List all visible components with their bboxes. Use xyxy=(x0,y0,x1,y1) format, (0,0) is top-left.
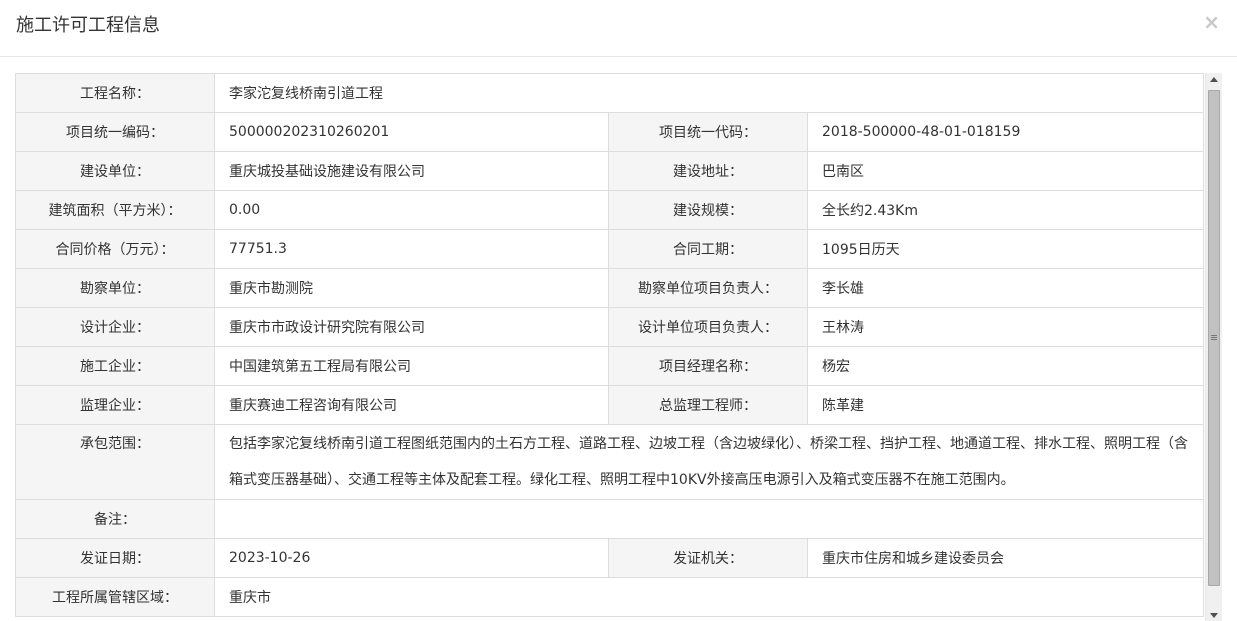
project-name-value: 李家沱复线桥南引道工程 xyxy=(213,73,1205,113)
project-code-label: 项目统一编码： xyxy=(15,112,215,152)
build-address-value: 巴南区 xyxy=(806,151,1205,191)
contract-period-value: 1095日历天 xyxy=(806,229,1205,269)
scrollbar-grip-icon xyxy=(1211,335,1217,336)
project-manager-value: 杨宏 xyxy=(806,346,1205,386)
contract-price-label: 合同价格（万元）： xyxy=(15,229,215,269)
build-address-label: 建设地址： xyxy=(608,151,808,191)
design-lead-value: 王林涛 xyxy=(806,307,1205,347)
table-row: 设计企业： 重庆市市政设计研究院有限公司 设计单位项目负责人： 王林涛 xyxy=(15,307,1205,347)
info-table: 工程名称： 李家沱复线桥南引道工程 项目统一编码： 50000020231026… xyxy=(15,73,1205,617)
build-scale-label: 建设规模： xyxy=(608,190,808,230)
scroll-down-arrow-icon[interactable] xyxy=(1210,613,1218,618)
table-row: 工程所属管辖区域： 重庆市 xyxy=(15,577,1205,617)
project-manager-label: 项目经理名称： xyxy=(608,346,808,386)
issuing-authority-label: 发证机关： xyxy=(608,538,808,578)
table-row: 项目统一编码： 500000202310260201 项目统一代码： 2018-… xyxy=(15,112,1205,152)
construction-company-label: 施工企业： xyxy=(15,346,215,386)
scroll-up-arrow-icon[interactable] xyxy=(1210,77,1218,82)
vertical-scrollbar[interactable] xyxy=(1205,73,1222,621)
floor-area-label: 建筑面积（平方米）： xyxy=(15,190,215,230)
contract-scope-value: 包括李家沱复线桥南引道工程图纸范围内的土石方工程、道路工程、边坡工程（含边坡绿化… xyxy=(213,424,1205,500)
remarks-value xyxy=(213,499,1205,539)
table-row: 监理企业： 重庆赛迪工程咨询有限公司 总监理工程师： 陈革建 xyxy=(15,385,1205,425)
table-row: 建设单位： 重庆城投基础设施建设有限公司 建设地址： 巴南区 xyxy=(15,151,1205,191)
build-scale-value: 全长约2.43Km xyxy=(806,190,1205,230)
survey-lead-label: 勘察单位项目负责人： xyxy=(608,268,808,308)
modal-header: 施工许可工程信息 × xyxy=(0,0,1237,57)
table-row: 发证日期： 2023-10-26 发证机关： 重庆市住房和城乡建设委员会 xyxy=(15,538,1205,578)
table-row: 施工企业： 中国建筑第五工程局有限公司 项目经理名称： 杨宏 xyxy=(15,346,1205,386)
design-company-value: 重庆市市政设计研究院有限公司 xyxy=(214,307,609,347)
table-row: 合同价格（万元）： 77751.3 合同工期： 1095日历天 xyxy=(15,229,1205,269)
survey-lead-value: 李长雄 xyxy=(806,268,1205,308)
remarks-label: 备注： xyxy=(15,499,215,539)
table-row: 建筑面积（平方米）： 0.00 建设规模： 全长约2.43Km xyxy=(15,190,1205,230)
table-row: 工程名称： 李家沱复线桥南引道工程 xyxy=(15,73,1205,113)
project-name-label: 工程名称： xyxy=(15,73,215,113)
design-company-label: 设计企业： xyxy=(15,307,215,347)
supervision-company-label: 监理企业： xyxy=(15,385,215,425)
issuing-authority-value: 重庆市住房和城乡建设委员会 xyxy=(806,538,1205,578)
modal-title: 施工许可工程信息 xyxy=(16,15,160,36)
scrollbar-thumb[interactable] xyxy=(1208,90,1220,586)
contract-period-label: 合同工期： xyxy=(608,229,808,269)
table-row: 勘察单位： 重庆市勘测院 勘察单位项目负责人： 李长雄 xyxy=(15,268,1205,308)
close-icon[interactable]: × xyxy=(1203,10,1220,34)
design-lead-label: 设计单位项目负责人： xyxy=(608,307,808,347)
survey-unit-label: 勘察单位： xyxy=(15,268,215,308)
supervision-company-value: 重庆赛迪工程咨询有限公司 xyxy=(214,385,609,425)
jurisdiction-value: 重庆市 xyxy=(213,577,1205,617)
chief-supervisor-value: 陈革建 xyxy=(806,385,1205,425)
builder-label: 建设单位： xyxy=(15,151,215,191)
project-code-value: 500000202310260201 xyxy=(214,112,609,152)
project-unified-code-value: 2018-500000-48-01-018159 xyxy=(806,112,1205,152)
issue-date-label: 发证日期： xyxy=(15,538,215,578)
construction-company-value: 中国建筑第五工程局有限公司 xyxy=(214,346,609,386)
table-row: 承包范围： 包括李家沱复线桥南引道工程图纸范围内的土石方工程、道路工程、边坡工程… xyxy=(15,424,1205,500)
chief-supervisor-label: 总监理工程师： xyxy=(608,385,808,425)
contract-price-value: 77751.3 xyxy=(214,229,609,269)
issue-date-value: 2023-10-26 xyxy=(214,538,609,578)
info-table-container: 工程名称： 李家沱复线桥南引道工程 项目统一编码： 50000020231026… xyxy=(15,73,1205,621)
table-row: 备注： xyxy=(15,499,1205,539)
survey-unit-value: 重庆市勘测院 xyxy=(214,268,609,308)
builder-value: 重庆城投基础设施建设有限公司 xyxy=(214,151,609,191)
floor-area-value: 0.00 xyxy=(214,190,609,230)
project-unified-code-label: 项目统一代码： xyxy=(608,112,808,152)
contract-scope-label: 承包范围： xyxy=(15,424,215,500)
jurisdiction-label: 工程所属管辖区域： xyxy=(15,577,215,617)
